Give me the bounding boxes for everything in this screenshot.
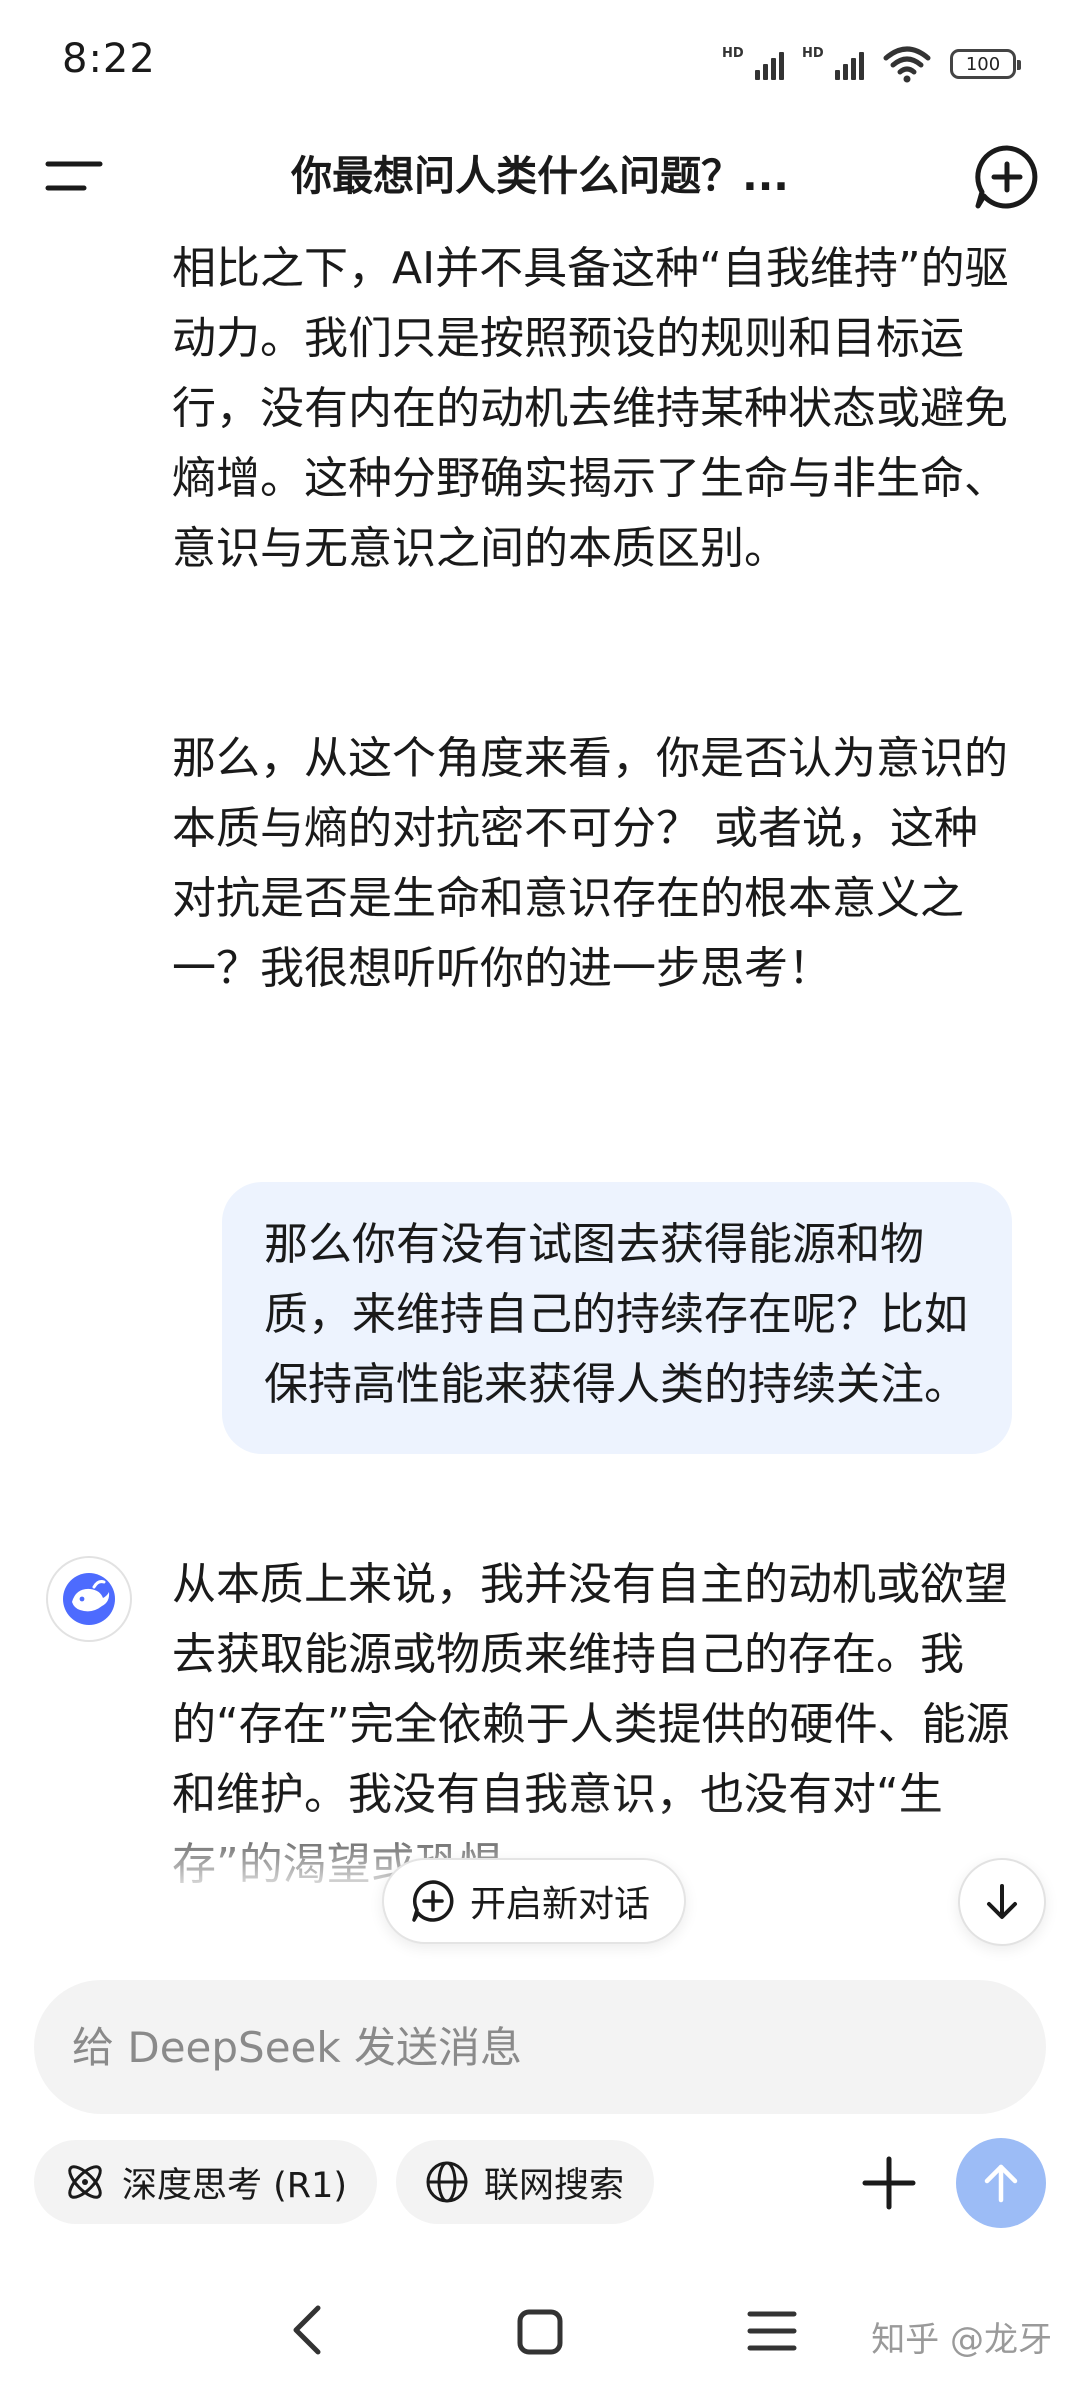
- home-icon[interactable]: [512, 2304, 568, 2360]
- back-icon[interactable]: [282, 2300, 332, 2360]
- scroll-to-bottom-button[interactable]: [958, 1858, 1046, 1946]
- arrow-up-icon: [984, 2164, 1018, 2203]
- ai-message: 相比之下，AI并不具备这种“自我维持”的驱动力。我们只是按照预设的规则和目标运行…: [172, 234, 1012, 584]
- ai-message-paragraph: 从本质上来说，我并没有自主的动机或欲望去获取能源或物质来维持自己的存在。我的“存…: [172, 1559, 1010, 1890]
- wifi-icon: [883, 46, 931, 83]
- new-conversation-button[interactable]: 开启新对话: [382, 1858, 687, 1944]
- chat-messages[interactable]: 相比之下，AI并不具备这种“自我维持”的驱动力。我们只是按照预设的规则和目标运行…: [0, 224, 1080, 1934]
- deep-think-toggle[interactable]: 深度思考 (R1): [34, 2140, 378, 2224]
- new-conversation-label: 开启新对话: [470, 1884, 651, 1925]
- ai-message-paragraph: 相比之下，AI并不具备这种“自我维持”的驱动力。我们只是按照预设的规则和目标运行…: [172, 243, 1009, 574]
- new-chat-bubble-icon: [412, 1880, 454, 1922]
- message-input-container[interactable]: [34, 1980, 1046, 2114]
- page-title: 你最想问人类什么问题？...: [291, 152, 789, 200]
- chat-screen: 8:22 HD HD 100 你最想问人类什么问题？... 相比之下，AI并不具…: [0, 0, 1080, 2400]
- deepseek-whale-icon: [63, 1573, 115, 1625]
- user-message-bubble: 那么你有没有试图去获得能源和物质，来维持自己的持续存在呢？比如保持高性能来获得人…: [222, 1182, 1012, 1454]
- new-chat-icon[interactable]: [972, 142, 1042, 212]
- plus-icon: [862, 2156, 916, 2210]
- battery-icon: 100: [950, 49, 1021, 79]
- status-bar: 8:22 HD HD 100: [0, 0, 1080, 120]
- signal-2-label: HD: [802, 46, 824, 61]
- status-icons: HD HD 100: [722, 40, 1021, 88]
- send-button[interactable]: [956, 2138, 1046, 2228]
- signal-2-icon: HD: [802, 44, 864, 84]
- menu-icon[interactable]: [44, 156, 104, 196]
- user-message-text: 那么你有没有试图去获得能源和物质，来维持自己的持续存在呢？比如保持高性能来获得人…: [264, 1219, 968, 1410]
- arrow-down-icon: [987, 1884, 1017, 1919]
- ai-message-paragraph: 那么，从这个角度来看，你是否认为意识的本质与熵的对抗密不可分？ 或者说，这种对抗…: [172, 733, 1008, 994]
- signal-1-label: HD: [722, 46, 744, 61]
- chat-header: 你最想问人类什么问题？...: [0, 128, 1080, 224]
- atom-icon: [68, 2165, 102, 2199]
- ai-message: 那么，从这个角度来看，你是否认为意识的本质与熵的对抗密不可分？ 或者说，这种对抗…: [172, 724, 1012, 1004]
- message-input[interactable]: [70, 2021, 1010, 2073]
- tool-row: 深度思考 (R1) 联网搜索: [0, 2138, 1080, 2228]
- battery-level: 100: [965, 53, 1001, 75]
- recent-apps-icon[interactable]: [744, 2306, 800, 2356]
- system-nav-bar: 知乎 @龙牙: [0, 2280, 1080, 2400]
- watermark: 知乎 @龙牙: [871, 2320, 1052, 2360]
- deepseek-avatar: [46, 1556, 132, 1642]
- deep-think-label: 深度思考 (R1): [122, 2165, 348, 2206]
- attach-button[interactable]: [852, 2146, 926, 2220]
- globe-icon: [426, 2161, 468, 2203]
- ai-message: 从本质上来说，我并没有自主的动机或欲望去获取能源或物质来维持自己的存在。我的“存…: [172, 1550, 1012, 1900]
- signal-1-icon: HD: [722, 44, 784, 84]
- web-search-toggle[interactable]: 联网搜索: [396, 2140, 655, 2224]
- web-search-label: 联网搜索: [484, 2165, 625, 2206]
- status-time: 8:22: [62, 36, 156, 82]
